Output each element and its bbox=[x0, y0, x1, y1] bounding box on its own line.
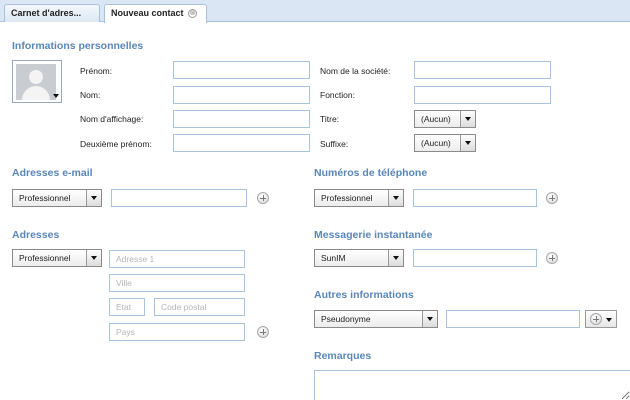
chevron-down-icon bbox=[388, 250, 403, 266]
other-info-field[interactable] bbox=[446, 310, 580, 328]
add-im-icon[interactable] bbox=[546, 252, 558, 264]
add-address-icon[interactable] bbox=[257, 326, 269, 338]
chevron-down-icon bbox=[422, 311, 437, 327]
job-title-label: Fonction: bbox=[320, 90, 355, 100]
email-field[interactable] bbox=[111, 189, 247, 207]
other-info-title: Autres informations bbox=[314, 289, 414, 301]
title-label: Titre: bbox=[320, 114, 340, 124]
address-section-title: Adresses bbox=[12, 229, 60, 241]
avatar-picker[interactable] bbox=[12, 60, 62, 103]
notes-section-title: Remarques bbox=[314, 350, 372, 362]
suffix-select-value: (Aucun) bbox=[421, 138, 451, 148]
tab-address-book-label: Carnet d'adres... bbox=[11, 8, 82, 18]
suffix-select[interactable]: (Aucun) bbox=[414, 134, 476, 152]
street-field[interactable] bbox=[109, 250, 245, 268]
close-tab-icon[interactable]: ⊗ bbox=[188, 9, 198, 18]
last-name-field[interactable] bbox=[173, 86, 310, 104]
title-select[interactable]: (Aucun) bbox=[414, 110, 476, 128]
tab-new-contact[interactable]: Nouveau contact ⊗ bbox=[104, 4, 207, 23]
phone-field[interactable] bbox=[413, 189, 537, 207]
add-email-icon[interactable] bbox=[257, 192, 269, 204]
person-silhouette-icon bbox=[16, 64, 56, 100]
display-name-label: Nom d'affichage: bbox=[80, 114, 144, 124]
country-field[interactable] bbox=[109, 323, 245, 341]
first-name-field[interactable] bbox=[173, 61, 310, 79]
middle-name-field[interactable] bbox=[173, 134, 310, 152]
title-select-value: (Aucun) bbox=[421, 114, 451, 124]
address-type-value: Professionnel bbox=[19, 253, 71, 263]
city-field[interactable] bbox=[109, 274, 245, 292]
state-field[interactable] bbox=[109, 298, 145, 316]
display-name-field[interactable] bbox=[173, 110, 310, 128]
email-section-title: Adresses e-mail bbox=[12, 167, 93, 179]
plus-circle-icon bbox=[590, 313, 602, 325]
chevron-down-icon bbox=[86, 190, 101, 206]
notes-field[interactable] bbox=[314, 370, 630, 400]
other-type-value: Pseudonyme bbox=[321, 314, 371, 324]
tab-new-contact-label: Nouveau contact bbox=[111, 8, 184, 18]
chevron-down-icon bbox=[388, 190, 403, 206]
phone-type-select[interactable]: Professionnel bbox=[314, 189, 404, 207]
chevron-down-icon bbox=[460, 135, 475, 151]
phone-type-value: Professionnel bbox=[321, 193, 373, 203]
tab-address-book[interactable]: Carnet d'adres... bbox=[4, 4, 100, 22]
job-title-field[interactable] bbox=[414, 86, 551, 104]
im-section-title: Messagerie instantanée bbox=[314, 229, 433, 241]
email-type-select[interactable]: Professionnel bbox=[12, 189, 102, 207]
address-type-select[interactable]: Professionnel bbox=[12, 249, 102, 267]
email-type-value: Professionnel bbox=[19, 193, 71, 203]
tab-bar: Carnet d'adres... Nouveau contact ⊗ bbox=[0, 0, 630, 23]
company-field[interactable] bbox=[414, 61, 551, 79]
postal-code-field[interactable] bbox=[154, 298, 245, 316]
middle-name-label: Deuxième prénom: bbox=[80, 139, 152, 149]
chevron-down-icon bbox=[460, 111, 475, 127]
im-type-select[interactable]: SunIM bbox=[314, 249, 404, 267]
first-name-label: Prénom: bbox=[80, 66, 113, 76]
add-phone-icon[interactable] bbox=[546, 192, 558, 204]
company-label: Nom de la société: bbox=[320, 66, 391, 76]
other-type-select[interactable]: Pseudonyme bbox=[314, 310, 438, 328]
chevron-down-icon bbox=[606, 318, 612, 322]
chevron-down-icon bbox=[53, 94, 59, 98]
last-name-label: Nom: bbox=[80, 90, 101, 100]
suffix-label: Suffixe: bbox=[320, 139, 349, 149]
personal-info-title: Informations personnelles bbox=[12, 40, 144, 52]
im-type-value: SunIM bbox=[321, 253, 346, 263]
im-field[interactable] bbox=[413, 249, 537, 267]
phone-section-title: Numéros de téléphone bbox=[314, 167, 428, 179]
add-other-info-button[interactable] bbox=[585, 310, 617, 328]
chevron-down-icon bbox=[86, 250, 101, 266]
